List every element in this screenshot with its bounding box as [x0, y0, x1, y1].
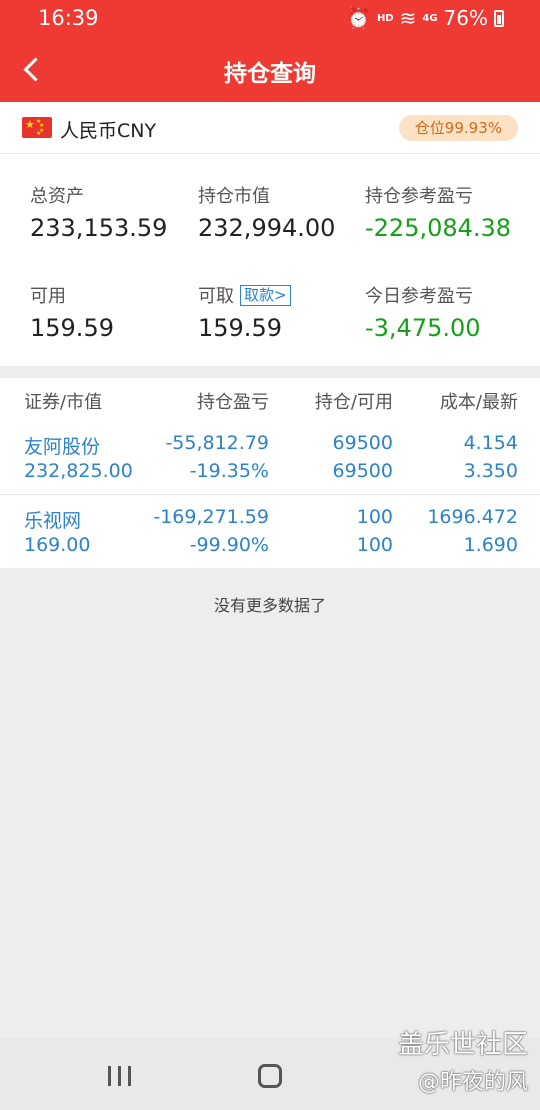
status-bar: 16:39 ⏰ HD ≋ 4G 76% — [0, 0, 540, 36]
currency-name: 人民币CNY — [60, 120, 157, 142]
table-header: 证券/市值 持仓盈亏 持仓/可用 成本/最新 — [0, 378, 540, 422]
china-flag-icon: ★ ★ ★ ★ ★ — [22, 117, 52, 138]
position-qty: 69500 — [332, 432, 393, 454]
position-pnl: -169,271.59 — [153, 506, 269, 528]
holdings-table: 证券/市值 持仓盈亏 持仓/可用 成本/最新 友阿股份 232,825.00 -… — [0, 378, 540, 568]
position-ref-pnl: 持仓参考盈亏 -225,084.38 — [365, 182, 535, 242]
status-icons: ⏰ HD ≋ 4G 76% — [346, 6, 504, 30]
available-funds: 可用 159.59 — [30, 282, 200, 342]
withdrawable-label-row: 可取 取款> — [198, 282, 368, 308]
latest-price: 3.350 — [463, 460, 518, 482]
position-pnl-pct: -99.90% — [189, 534, 269, 556]
battery-icon — [494, 9, 504, 27]
header-position-available: 持仓/可用 — [314, 392, 393, 413]
position-pnl-pct: -19.35% — [189, 460, 269, 482]
hd-indicator: HD — [376, 12, 394, 24]
wifi-icon: ≋ — [399, 6, 417, 30]
position-ref-pnl-value: -225,084.38 — [365, 214, 512, 242]
today-ref-pnl-value: -3,475.00 — [365, 314, 481, 342]
total-assets-value: 233,153.59 — [30, 214, 168, 242]
security-name: 乐视网 — [24, 510, 82, 532]
watermark-community: 盖乐世社区 — [397, 1030, 528, 1060]
available-qty: 69500 — [332, 460, 393, 482]
security-market-value: 232,825.00 — [24, 460, 133, 482]
withdrawable-value: 159.59 — [198, 314, 282, 342]
status-time: 16:39 — [38, 6, 99, 30]
recent-apps-icon[interactable] — [108, 1066, 132, 1086]
security-market-value: 169.00 — [24, 534, 91, 556]
position-pnl: -55,812.79 — [165, 432, 269, 454]
currency-bar: ★ ★ ★ ★ ★ 人民币CNY 仓位99.93% — [0, 102, 540, 154]
table-row-letv[interactable]: 乐视网 169.00 -169,271.59 -99.90% 100 100 1… — [0, 498, 540, 570]
security-name: 友阿股份 — [24, 436, 101, 458]
network-indicator: 4G — [422, 12, 438, 24]
today-ref-pnl-label: 今日参考盈亏 — [365, 286, 473, 307]
market-value: 持仓市值 232,994.00 — [198, 182, 368, 242]
cost-price: 1696.472 — [427, 506, 518, 528]
withdrawable-label: 可取 — [198, 286, 234, 307]
today-ref-pnl: 今日参考盈亏 -3,475.00 — [365, 282, 535, 342]
position-ratio-badge: 仓位99.93% — [398, 115, 518, 141]
latest-price: 1.690 — [463, 534, 518, 556]
row-divider — [0, 494, 540, 495]
position-ref-pnl-label: 持仓参考盈亏 — [365, 186, 473, 207]
available-label: 可用 — [30, 286, 66, 307]
header-cost-latest: 成本/最新 — [439, 392, 518, 413]
total-assets: 总资产 233,153.59 — [30, 182, 200, 242]
battery-percent: 76% — [443, 6, 488, 30]
available-qty: 100 — [356, 534, 393, 556]
home-icon[interactable] — [258, 1064, 282, 1088]
position-qty: 100 — [356, 506, 393, 528]
market-value-value: 232,994.00 — [198, 214, 336, 242]
asset-summary: 总资产 233,153.59 持仓市值 232,994.00 持仓参考盈亏 -2… — [0, 154, 540, 366]
page-title: 持仓查询 — [224, 61, 316, 87]
watermark-author: @昨夜的风 — [417, 1070, 528, 1095]
header-pnl: 持仓盈亏 — [197, 392, 269, 413]
withdraw-link[interactable]: 取款> — [240, 284, 291, 306]
table-row-youa[interactable]: 友阿股份 232,825.00 -55,812.79 -19.35% 69500… — [0, 424, 540, 496]
no-more-data-text: 没有更多数据了 — [213, 596, 326, 615]
title-bar: 持仓查询 — [0, 36, 540, 102]
alarm-icon: ⏰ — [346, 6, 371, 30]
withdrawable-funds: 可取 取款> 159.59 — [198, 282, 368, 342]
header-security-value: 证券/市值 — [24, 392, 103, 413]
cost-price: 4.154 — [463, 432, 518, 454]
market-value-label: 持仓市值 — [198, 186, 270, 207]
available-value: 159.59 — [30, 314, 114, 342]
total-assets-label: 总资产 — [30, 186, 84, 207]
